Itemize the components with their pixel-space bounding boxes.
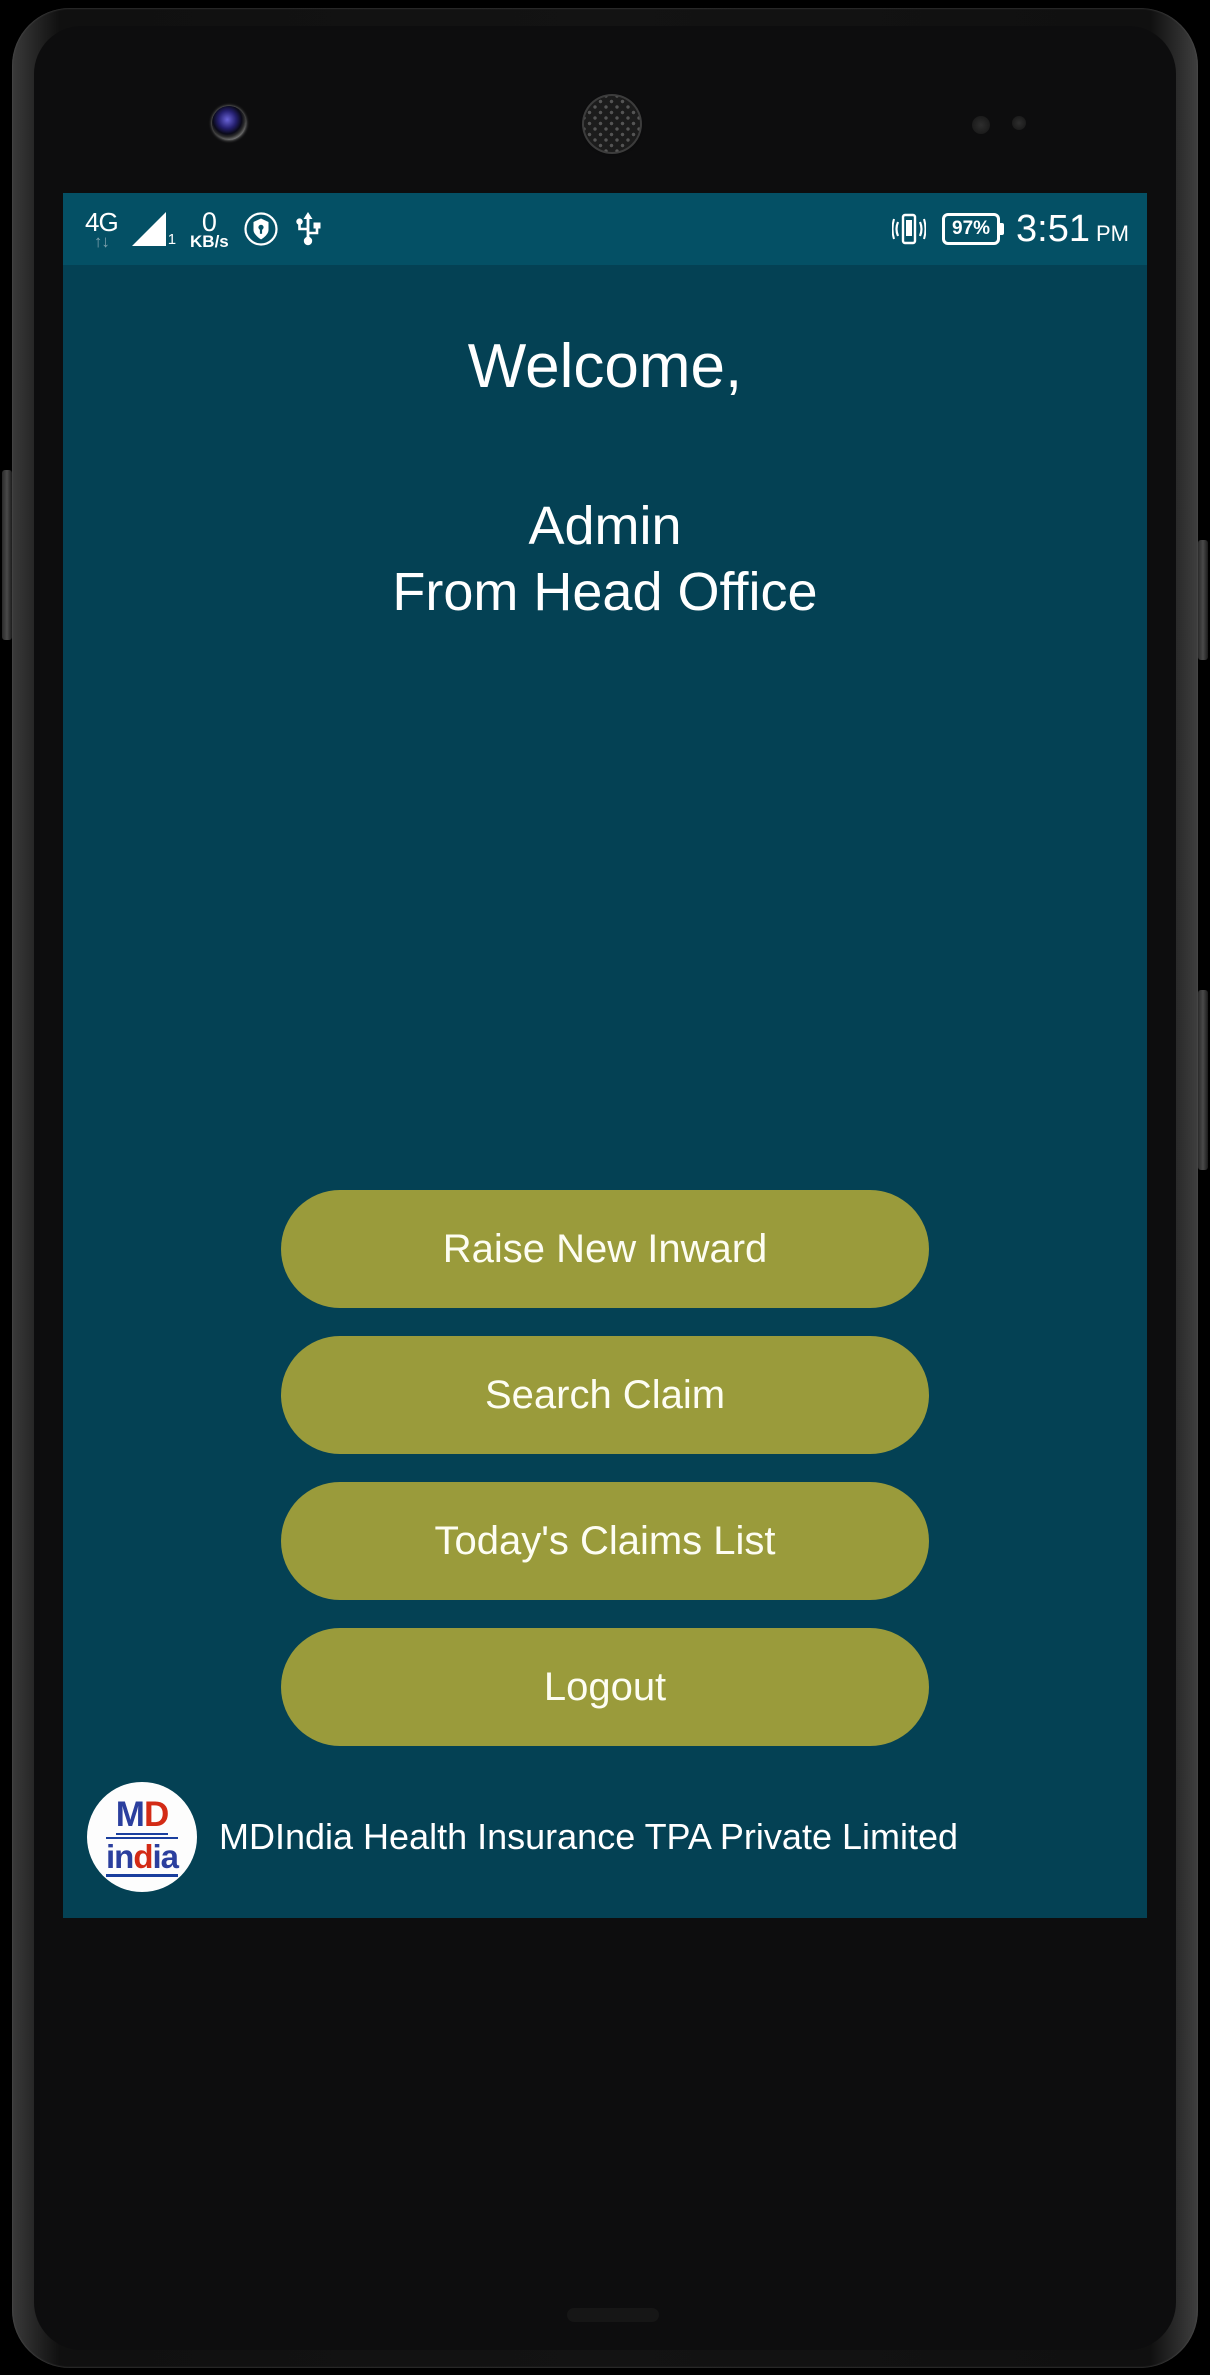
page-title: Welcome, <box>467 332 743 401</box>
status-bar-clock: 3:51 PM <box>1016 208 1129 251</box>
company-name: MDIndia Health Insurance TPA Private Lim… <box>219 1816 959 1857</box>
light-sensor-icon <box>1012 116 1026 130</box>
sim-number-label: 1 <box>167 231 177 248</box>
logo-letter-d: D <box>143 1795 169 1834</box>
data-speed-unit: KB/s <box>190 231 229 251</box>
logo-line-india: india <box>105 1837 179 1877</box>
proximity-sensor-icon <box>972 116 990 134</box>
user-name: Admin <box>528 496 682 557</box>
clock-time: 3:51 <box>1016 207 1090 250</box>
usb-icon <box>296 212 321 246</box>
logo-letter-m: M <box>115 1795 145 1834</box>
phone-device: 4G ↑↓ 1 0 KB/s 97% 3:51 PM Welcome, Admi… <box>0 0 1210 2375</box>
data-speed-indicator: 0 KB/s <box>190 208 229 251</box>
earpiece-speaker-icon <box>584 96 640 152</box>
signal-bars-icon <box>131 212 166 246</box>
home-indicator <box>567 2308 659 2322</box>
todays-claims-list-button[interactable]: Today's Claims List <box>281 1482 929 1600</box>
status-bar-left-icons: 4G ↑↓ 1 0 KB/s <box>85 206 323 251</box>
action-button-stack: Raise New Inward Search Claim Today's Cl… <box>63 1190 1147 1746</box>
side-button[interactable] <box>1198 990 1208 1170</box>
status-bar: 4G ↑↓ 1 0 KB/s 97% 3:51 PM <box>63 193 1147 265</box>
power-button[interactable] <box>1198 540 1208 660</box>
battery-status-badge: 97% <box>942 213 1001 245</box>
main-content: Welcome, Admin From Head Office Raise Ne… <box>63 265 1147 1918</box>
network-type-label: 4G <box>85 206 119 237</box>
signal-strength-icon: 1 <box>131 212 177 248</box>
logo-letters-in: in <box>105 1838 134 1875</box>
raise-new-inward-button[interactable]: Raise New Inward <box>281 1190 929 1308</box>
status-bar-right-icons: 97% 3:51 PM <box>892 208 1129 251</box>
logo-line-md: MD <box>115 1795 169 1835</box>
welcome-block: Welcome, Admin From Head Office <box>63 265 1147 626</box>
front-camera-icon <box>212 106 246 140</box>
search-claim-button[interactable]: Search Claim <box>281 1336 929 1454</box>
mdindia-logo: MD india <box>87 1782 197 1892</box>
shield-key-icon <box>244 212 278 246</box>
clock-meridiem: PM <box>1096 220 1129 246</box>
user-info: Admin From Head Office <box>63 494 1147 626</box>
logout-button[interactable]: Logout <box>281 1628 929 1746</box>
network-type-indicator: 4G ↑↓ <box>85 206 119 251</box>
phone-screen: 4G ↑↓ 1 0 KB/s 97% 3:51 PM Welcome, Admi… <box>63 193 1147 1918</box>
data-transfer-arrows-icon: ↑↓ <box>93 231 110 251</box>
vibrate-icon <box>892 213 926 245</box>
volume-button[interactable] <box>2 470 12 640</box>
logo-letter-d2: d <box>133 1838 153 1875</box>
user-location: From Head Office <box>392 562 818 623</box>
footer: MD india MDIndia Health Insurance TPA Pr… <box>63 1782 1147 1918</box>
logo-letters-ia: ia <box>152 1838 179 1875</box>
